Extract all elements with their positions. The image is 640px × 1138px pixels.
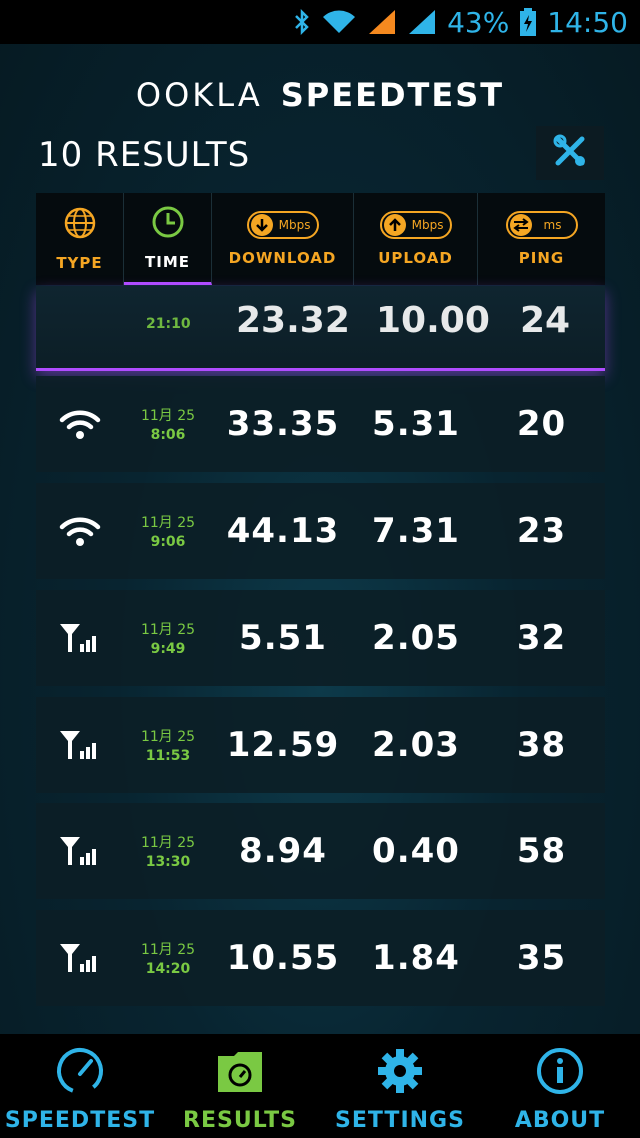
nav-label-settings: SETTINGS [335,1108,465,1133]
nav-label-results: RESULTS [183,1108,297,1133]
upload-unit-pill: Mbps [379,211,452,239]
nav-settings[interactable]: SETTINGS [320,1034,480,1138]
column-label-download: DOWNLOAD [228,249,337,267]
speedometer-icon [55,1046,105,1100]
nav-label-about: ABOUT [514,1108,606,1133]
row-date: 11月 25 [140,729,196,745]
row-download: 12.59 [226,725,340,765]
nav-label-speedtest: SPEEDTEST [4,1108,156,1133]
row-ping: 35 [516,938,567,978]
row-download: 8.94 [239,831,327,871]
results-count-title: 10 RESULTS [38,135,251,175]
row-upload: 7.31 [372,511,460,551]
battery-icon [519,7,537,37]
bluetooth-icon [293,9,311,35]
wifi-icon [321,9,357,35]
row-ping: 38 [516,725,567,765]
signal-icon-2 [407,8,437,36]
sort-by-time[interactable]: TIME [124,193,212,285]
column-label-type: TYPE [56,254,103,272]
signal-icon-1 [367,8,397,36]
row-ping: 58 [516,831,567,871]
partial-time: 21:10 [146,316,191,332]
result-row[interactable]: 11月 25 9:49 5.51 2.05 32 [36,590,605,686]
ping-unit: ms [543,218,562,232]
nav-about[interactable]: ABOUT [480,1034,640,1138]
upload-arrow-icon [383,214,406,236]
ping-arrows-icon [509,214,532,236]
sort-by-type[interactable]: TYPE [36,193,124,285]
battery-percent: 43% [447,5,510,39]
info-icon [535,1046,585,1100]
tools-button[interactable] [536,126,604,180]
cellular-icon [36,833,124,869]
wifi-icon [36,407,124,441]
row-upload: 0.40 [372,831,460,871]
row-upload: 2.05 [372,618,460,658]
row-time: 11:53 [145,748,191,764]
brand-logo: OOKLA [135,76,263,114]
row-date: 11月 25 [140,515,196,531]
cellular-icon [36,940,124,976]
row-time: 14:20 [145,961,191,977]
column-label-ping: PING [518,249,565,267]
upload-unit: Mbps [411,218,444,232]
app-header: OOKLA SPEEDTEST [0,70,640,120]
download-unit: Mbps [278,218,311,232]
status-bar: 43% 14:50 [0,0,640,44]
row-date: 11月 25 [140,622,196,638]
ping-unit-pill: ms [505,211,578,239]
row-ping: 23 [516,511,567,551]
row-time: 9:06 [150,534,186,550]
gear-icon [375,1046,425,1100]
sort-by-ping[interactable]: ms PING [478,193,605,285]
row-time: 8:06 [150,427,186,443]
results-folder-icon [214,1046,266,1100]
row-time: 9:49 [150,641,186,657]
wifi-icon [36,514,124,548]
column-label-upload: UPLOAD [378,249,453,267]
row-upload: 2.03 [372,725,460,765]
row-ping: 32 [516,618,567,658]
row-date: 11月 25 [140,408,196,424]
sort-by-upload[interactable]: Mbps UPLOAD [354,193,478,285]
result-row[interactable]: 11月 25 14:20 10.55 1.84 35 [36,910,605,1006]
column-headers: TYPE TIME Mbps DOWNLOAD Mbps UPLOAD ms P… [36,193,605,285]
globe-icon [63,206,97,244]
tools-icon [552,133,588,173]
row-ping: 20 [516,404,567,444]
result-row[interactable]: 11月 25 11:53 12.59 2.03 38 [36,697,605,793]
result-row[interactable]: 11月 25 13:30 8.94 0.40 58 [36,803,605,899]
cellular-icon [36,727,124,763]
column-label-time: TIME [145,252,190,271]
cellular-icon [36,620,124,656]
clock: 14:50 [547,5,628,39]
nav-speedtest[interactable]: SPEEDTEST [0,1034,160,1138]
partial-download: 23.32 [236,300,350,341]
row-download: 44.13 [226,511,340,551]
bottom-nav: SPEEDTEST RESULTS SETTINGS ABOUT [0,1034,640,1138]
download-unit-pill: Mbps [246,211,319,239]
result-row-partial[interactable]: 21:10 23.32 10.00 24 [36,286,605,371]
nav-results[interactable]: RESULTS [160,1034,320,1138]
result-row[interactable]: 11月 25 8:06 33.35 5.31 20 [36,376,605,472]
row-download: 10.55 [226,938,340,978]
row-upload: 5.31 [372,404,460,444]
sort-by-download[interactable]: Mbps DOWNLOAD [212,193,354,285]
row-time: 13:30 [145,854,191,870]
result-row[interactable]: 11月 25 9:06 44.13 7.31 23 [36,483,605,579]
row-download: 33.35 [226,404,340,444]
partial-ping: 24 [520,300,571,341]
clock-icon [151,205,185,243]
download-arrow-icon [250,214,273,236]
row-download: 5.51 [239,618,327,658]
product-name: SPEEDTEST [280,76,505,114]
partial-upload: 10.00 [376,300,490,341]
row-date: 11月 25 [140,835,196,851]
row-date: 11月 25 [140,942,196,958]
row-upload: 1.84 [372,938,460,978]
